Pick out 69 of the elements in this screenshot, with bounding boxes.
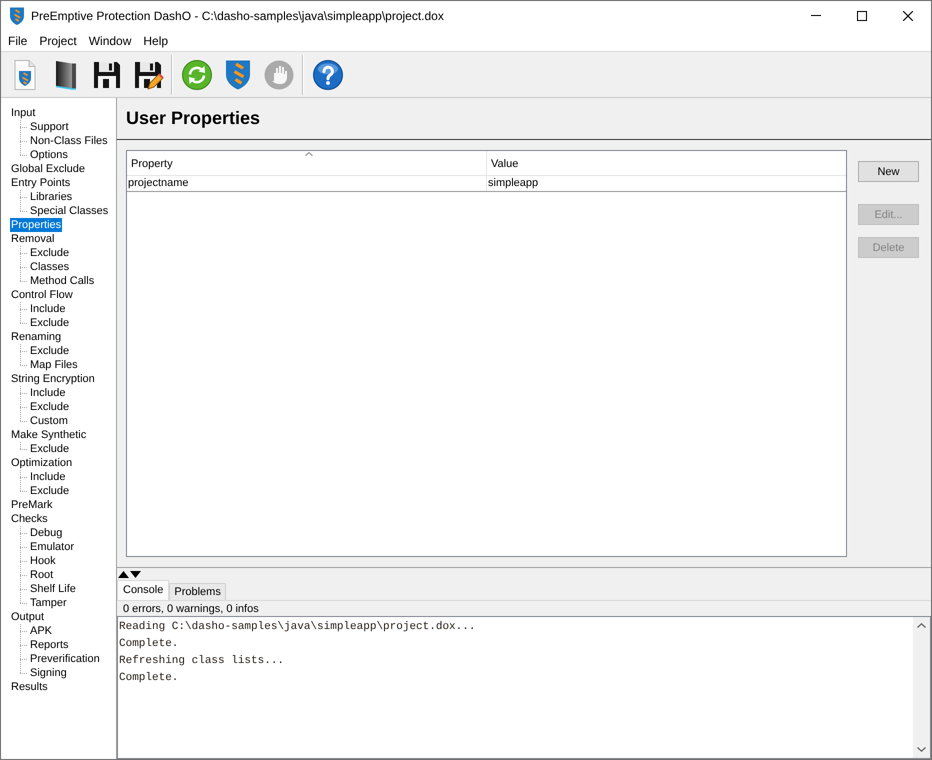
up-triangle-icon[interactable] — [118, 570, 129, 578]
page-title: User Properties — [126, 108, 260, 129]
tree-item[interactable]: Exclude — [29, 442, 70, 456]
tab[interactable]: Console — [117, 580, 170, 600]
tree-item[interactable]: Shelf Life — [29, 582, 77, 596]
tree-item[interactable]: Entry Points — [10, 176, 72, 190]
tree-item[interactable]: Emulator — [29, 540, 76, 554]
tree-item[interactable]: Signing — [29, 666, 68, 680]
table-cell: projectname — [127, 176, 487, 191]
tree-item[interactable]: Map Files — [29, 358, 79, 372]
app-shield-icon — [9, 6, 25, 24]
table-cell-text: simpleapp — [487, 176, 540, 191]
tree-item[interactable]: Checks — [10, 512, 49, 526]
tree-item[interactable]: Exclude — [29, 316, 70, 330]
menu-item[interactable]: Project — [33, 32, 83, 50]
tree-item[interactable]: Debug — [29, 526, 64, 540]
tree-item[interactable]: Special Classes — [29, 204, 110, 218]
tree-item[interactable]: Global Exclude — [10, 162, 86, 176]
window-title: PreEmptive Protection DashO - C:\dasho-samples\java\simpleapp\project.dox — [31, 8, 444, 22]
console-line: Reading C:\dasho-samples\java\simpleapp\project.dox... — [119, 620, 476, 635]
column-header[interactable]: Property — [127, 151, 487, 175]
menu-item[interactable]: Window — [82, 32, 138, 50]
tree-item[interactable]: Libraries — [29, 190, 74, 204]
tree-item[interactable]: String Encryption — [10, 372, 96, 386]
tree-item[interactable]: Exclude — [29, 400, 70, 414]
tree-item[interactable]: Tamper — [29, 596, 68, 610]
refresh-icon[interactable] — [180, 58, 212, 90]
console-line: Refreshing class lists... — [119, 654, 286, 669]
tree-item[interactable]: Renaming — [10, 330, 62, 344]
tree-item[interactable]: PreMark — [10, 498, 54, 512]
maximize-icon[interactable] — [857, 10, 867, 20]
scroll-down-icon[interactable] — [917, 747, 926, 752]
tree-item[interactable]: Options — [29, 148, 69, 162]
tree-item[interactable]: Input — [10, 106, 36, 120]
tree-item[interactable]: Exclude — [29, 246, 70, 260]
tree-item[interactable]: Support — [29, 120, 70, 134]
tree-item[interactable]: Reports — [29, 638, 70, 652]
tree-item[interactable]: Include — [29, 386, 66, 400]
tree-item[interactable]: Output — [10, 610, 46, 624]
console-line: Complete. — [119, 637, 180, 652]
vertical-scrollbar[interactable] — [913, 617, 930, 758]
tree-item[interactable]: Method Calls — [29, 274, 96, 288]
menu-item[interactable]: File — [2, 32, 34, 50]
tree-item[interactable]: Results — [10, 680, 49, 694]
new-button[interactable]: New — [858, 161, 919, 182]
down-triangle-icon[interactable] — [130, 570, 141, 578]
tree-item[interactable]: Optimization — [10, 456, 74, 470]
tree-item[interactable]: APK — [29, 624, 54, 638]
tree-item[interactable]: Include — [29, 302, 66, 316]
menu-item[interactable]: Help — [137, 32, 174, 50]
tree-item[interactable]: Root — [29, 568, 54, 582]
scroll-up-icon[interactable] — [917, 623, 926, 628]
tab[interactable]: Problems — [169, 583, 226, 600]
help-icon[interactable] — [312, 58, 344, 90]
tree-item[interactable]: Exclude — [29, 344, 70, 358]
column-header[interactable]: Value — [487, 151, 846, 175]
tree-item[interactable]: Exclude — [29, 484, 70, 498]
tree-item[interactable]: Non-Class Files — [29, 134, 109, 148]
close-icon[interactable] — [903, 10, 913, 20]
console-line: Complete. — [119, 671, 180, 686]
tree-item[interactable]: Preverification — [29, 652, 101, 666]
tree-item[interactable]: Hook — [29, 554, 57, 568]
tree-item[interactable]: Custom — [29, 414, 69, 428]
tree-item[interactable]: Include — [29, 470, 66, 484]
tree-item[interactable]: Make Synthetic — [10, 428, 88, 442]
tree-item[interactable]: Properties — [10, 218, 62, 232]
tree-item[interactable]: Removal — [10, 232, 56, 246]
tree-item[interactable]: Classes — [29, 260, 70, 274]
tree-item[interactable]: Control Flow — [10, 288, 74, 302]
